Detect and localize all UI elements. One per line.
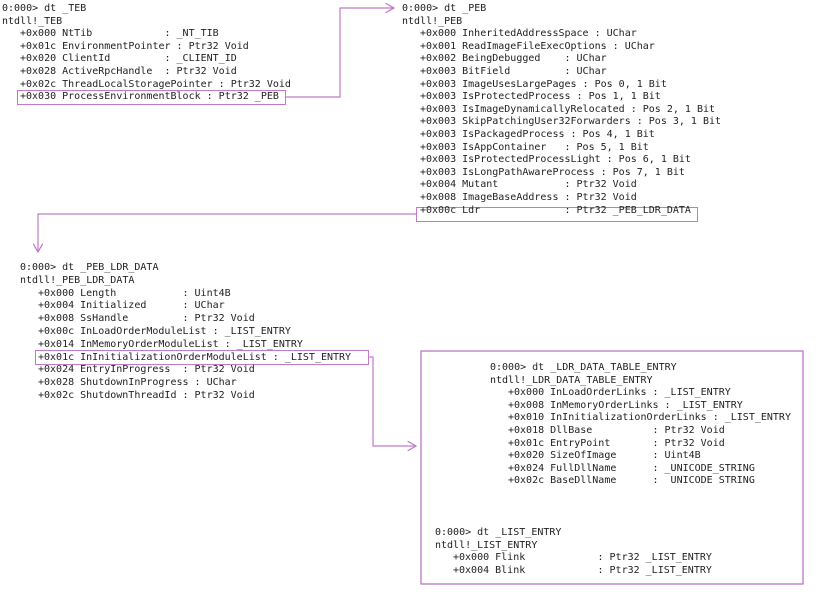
ldr-field-row: +0x028 ShutdownInProgress : UChar [38, 377, 237, 389]
le-command-prompt: 0:000> dt _LIST_ENTRY [435, 527, 562, 538]
ldr-field-row: +0x01c InInitializationOrderModuleList :… [38, 351, 352, 363]
ldte-type-name: ntdll!_LDR_DATA_TABLE_ENTRY [490, 374, 653, 386]
ldr-field-row: +0x000 Length : Uint4B [38, 287, 231, 299]
peb-to-ldr-arrow [38, 213, 416, 252]
peb-field-row: +0x008 ImageBaseAddress : Ptr32 Void [420, 192, 637, 203]
peb-field-row: +0x003 IsAppContainer : Pos 5, 1 Bit [420, 141, 649, 153]
teb-to-peb-arrow [285, 8, 394, 98]
peb-field-row: +0x001 ReadImageFileExecOptions : UChar [420, 40, 655, 52]
peb-type-name: ntdll!_PEB [402, 15, 463, 27]
teb-type-name: ntdll!_TEB [2, 15, 63, 27]
teb-field-row: +0x028 ActiveRpcHandle : Ptr32 Void [20, 66, 237, 77]
peb-field-row: +0x003 BitField : UChar [420, 66, 607, 77]
ldr-field-row: +0x024 EntryInProgress : Ptr32 Void [38, 364, 255, 376]
peb-field-row: +0x003 IsImageDynamicallyRelocated : Pos… [420, 103, 716, 115]
ldr-field-row: +0x008 SsHandle : Ptr32 Void [38, 313, 255, 325]
peb-field-row: +0x003 IsProtectedProcessLight : Pos 6, … [420, 154, 691, 166]
teb-field-row: +0x01c EnvironmentPointer : Ptr32 Void [20, 40, 249, 52]
ldr-field-row: +0x004 Initialized : UChar [38, 300, 225, 312]
peb-field-row: +0x002 BeingDebugged : UChar [420, 53, 607, 65]
ldr-field-row: +0x02c ShutdownThreadId : Ptr32 Void [38, 390, 255, 401]
ldte-field-row: +0x008 InMemoryOrderLinks : _LIST_ENTRY [508, 399, 743, 411]
teb-field-row: +0x02c ThreadLocalStoragePointer : Ptr32… [20, 78, 291, 90]
ldte-field-row: +0x020 SizeOfImage : Uint4B [508, 450, 701, 462]
le-type-name: ntdll!_LIST_ENTRY [435, 539, 538, 551]
peb-field-row: +0x003 SkipPatchingUser32Forwarders : Po… [420, 116, 722, 128]
ldr-field-row: +0x00c InLoadOrderModuleList : _LIST_ENT… [38, 326, 291, 337]
le-field-row: +0x004 Blink : Ptr32 _LIST_ENTRY [453, 564, 712, 576]
teb-field-row: +0x000 NtTib : _NT_TIB [20, 28, 219, 40]
ldte-field-row: +0x01c EntryPoint : Ptr32 Void [508, 437, 725, 449]
teb-field-row: +0x020 ClientId : _CLIENT_ID [20, 53, 237, 65]
ldr-command-prompt: 0:000> dt _PEB_LDR_DATA [20, 262, 159, 273]
ldte-field-row: +0x010 InInitializationOrderLinks : _LIS… [508, 412, 791, 424]
peb-field-row: +0x003 ImageUsesLargePages : Pos 0, 1 Bi… [420, 78, 667, 90]
peb-field-row: +0x003 IsLongPathAwareProcess : Pos 7, 1… [420, 166, 685, 178]
peb-field-row: +0x003 IsPackagedProcess : Pos 4, 1 Bit [420, 129, 655, 140]
ldte-field-row: +0x024 FullDllName : _UNICODE_STRING [508, 462, 755, 474]
ldte-command-prompt: 0:000> dt _LDR_DATA_TABLE_ENTRY [490, 362, 677, 373]
peb-field-row: +0x004 Mutant : Ptr32 Void [420, 179, 637, 191]
teb-field-row: +0x030 ProcessEnvironmentBlock : Ptr32 _… [20, 91, 279, 103]
ldr-field-row: +0x014 InMemoryOrderModuleList : _LIST_E… [38, 338, 303, 350]
peb-field-row: +0x00c Ldr : Ptr32 _PEB_LDR_DATA [420, 204, 691, 216]
le-field-row: +0x000 Flink : Ptr32 _LIST_ENTRY [453, 552, 712, 564]
peb-field-row: +0x000 InheritedAddressSpace : UChar [420, 28, 637, 40]
teb-command-prompt: 0:000> dt _TEB [2, 3, 87, 14]
peb-command-prompt: 0:000> dt _PEB [402, 3, 487, 14]
ldr-type-name: ntdll!_PEB_LDR_DATA [20, 274, 135, 286]
ldr-to-entry-arrow [368, 356, 416, 446]
peb-field-row: +0x003 IsProtectedProcess : Pos 1, 1 Bit [420, 91, 661, 103]
ldte-field-row: +0x018 DllBase : Ptr32 Void [508, 425, 725, 436]
ldte-field-row: +0x000 InLoadOrderLinks : _LIST_ENTRY [508, 387, 731, 399]
ldte-field-row: +0x02c BaseDllName : UNICODE STRING [508, 475, 755, 487]
